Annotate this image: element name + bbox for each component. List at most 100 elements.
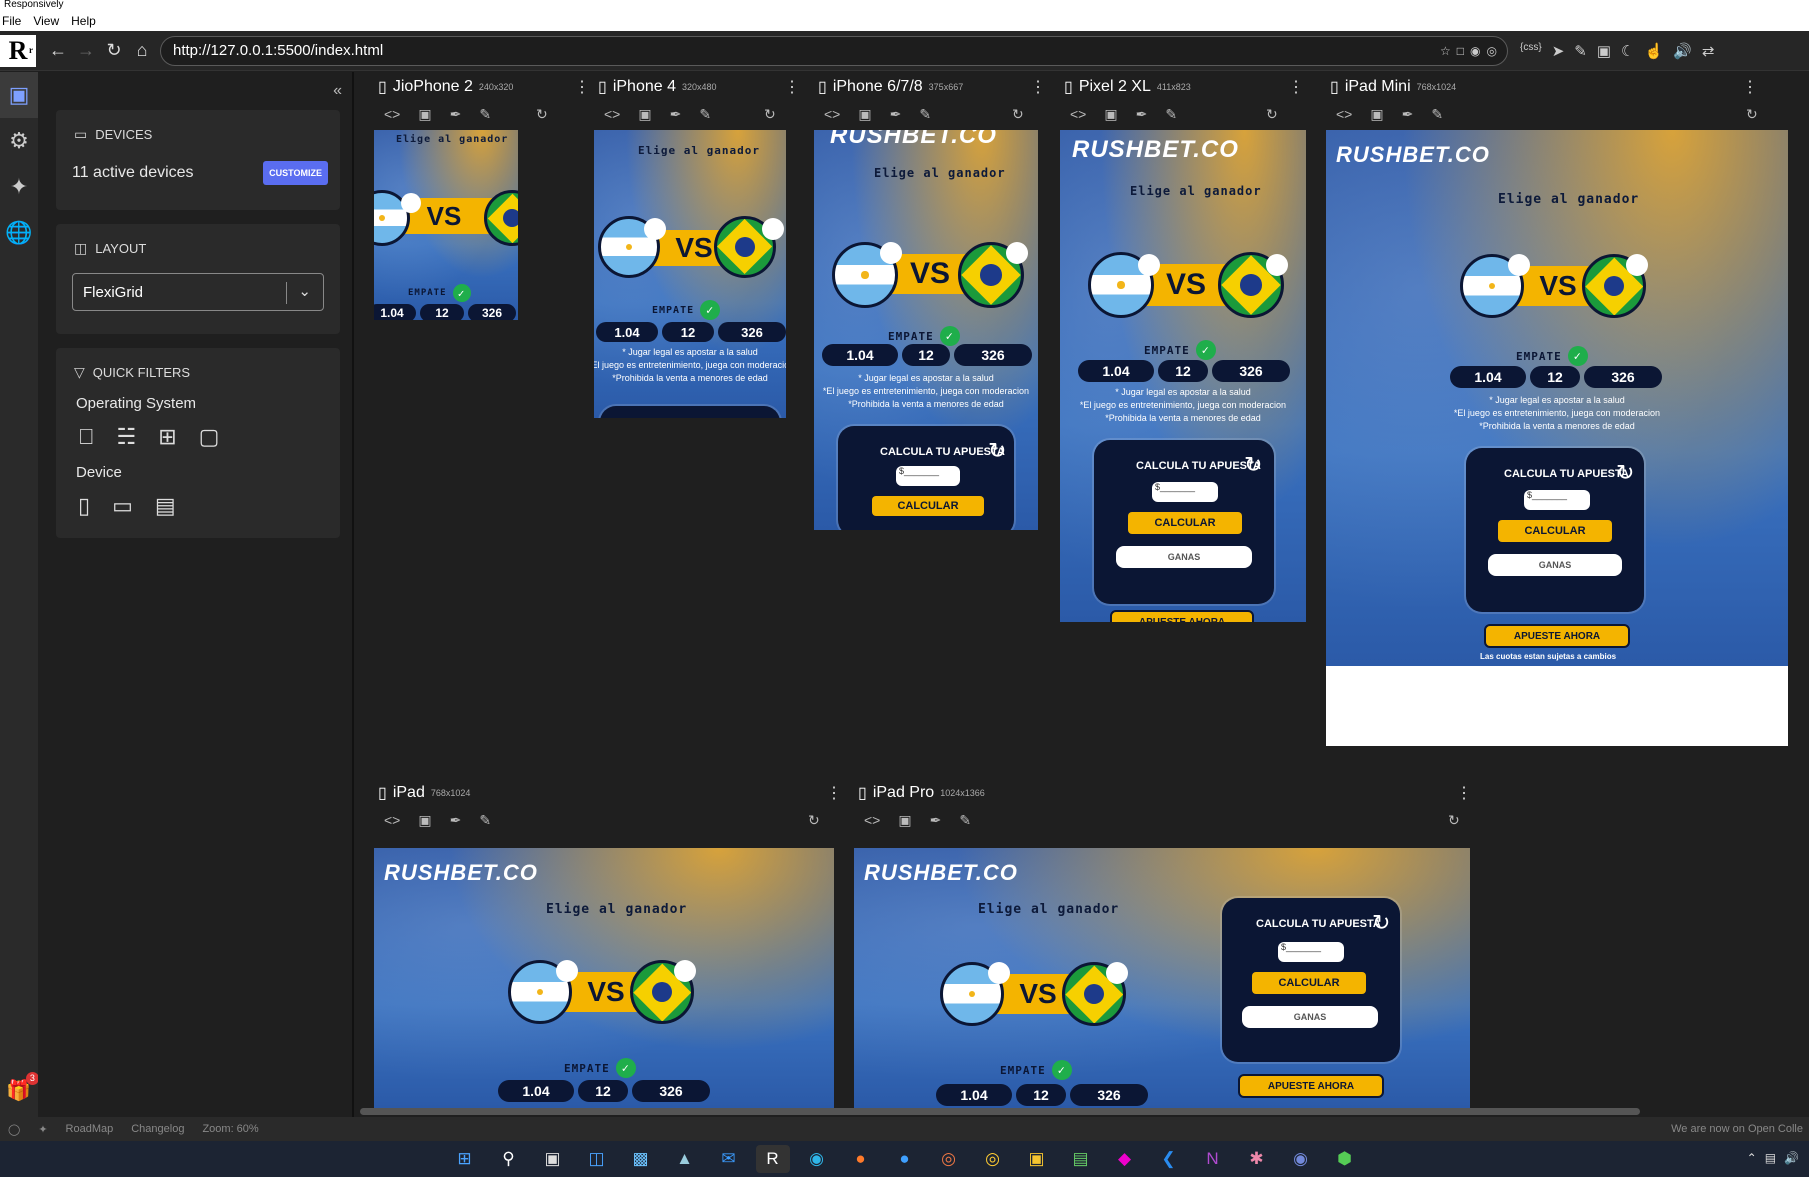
search-icon[interactable]: ⚲ (492, 1145, 526, 1173)
select-dot[interactable] (644, 218, 666, 240)
eyedropper-icon[interactable]: ✒ (1402, 106, 1414, 126)
network-icon[interactable]: ▤ (1765, 1151, 1776, 1165)
tablet-icon[interactable]: ▭ (112, 493, 133, 519)
camera-icon[interactable]: ▣ (418, 106, 431, 126)
discord-icon[interactable]: ◉ (1284, 1145, 1318, 1173)
code-icon[interactable]: <> (604, 106, 620, 126)
volume-icon[interactable]: 🔊 (1784, 1151, 1799, 1165)
select-dot[interactable] (880, 242, 902, 264)
odd-draw[interactable]: 12 (1530, 366, 1580, 388)
dark-mode-icon[interactable]: ☾ (1621, 42, 1634, 60)
edit-icon[interactable]: ✎ (1431, 106, 1443, 126)
chrome-icon[interactable]: ◎ (976, 1145, 1010, 1173)
roadmap-link[interactable]: RoadMap (66, 1123, 114, 1135)
refresh-icon[interactable]: ↻ (988, 438, 1006, 464)
odd-draw[interactable]: 12 (1016, 1084, 1066, 1106)
refresh-icon[interactable]: ↻ (1616, 460, 1634, 486)
apple-icon[interactable]:  (78, 424, 95, 450)
reload-icon[interactable]: ↻ (100, 37, 128, 65)
devices-icon[interactable]: ▣ (0, 72, 38, 118)
code-icon[interactable]: <> (1336, 106, 1352, 126)
start-icon[interactable]: ⊞ (448, 1145, 482, 1173)
select-dot[interactable] (674, 960, 696, 982)
camera-icon[interactable]: ▣ (638, 106, 651, 126)
customize-button[interactable]: CUSTOMIZE (263, 161, 328, 185)
color-blind-icon[interactable]: ◉ (1470, 44, 1480, 58)
notepad-icon[interactable]: ▤ (1064, 1145, 1098, 1173)
menu-file[interactable]: File (2, 14, 21, 28)
eyedropper-icon[interactable]: ✒ (450, 106, 462, 126)
forward-icon[interactable]: → (72, 37, 100, 65)
rotate-all-icon[interactable]: ⇄ (1702, 42, 1715, 60)
camera-icon[interactable]: ▣ (418, 812, 431, 832)
changelog-link[interactable]: Changelog (131, 1123, 184, 1135)
inspect-icon[interactable]: ➤ (1552, 42, 1565, 60)
select-dot[interactable] (1266, 254, 1288, 276)
edit-icon[interactable]: ✎ (479, 106, 491, 126)
refresh-icon[interactable]: ↻ (1372, 910, 1390, 936)
eyedropper-icon[interactable]: ✒ (930, 812, 942, 832)
odd-draw[interactable]: 12 (420, 304, 464, 320)
select-dot[interactable] (1508, 254, 1530, 276)
code-icon[interactable]: <> (864, 812, 880, 832)
sound-icon[interactable]: 🔊 (1673, 42, 1692, 60)
odd-home[interactable]: 1.04 (1078, 360, 1154, 382)
refresh-icon[interactable]: ↻ (1244, 452, 1262, 478)
odd-home[interactable]: 1.04 (936, 1084, 1012, 1106)
firefox-dev-icon[interactable]: ● (888, 1145, 922, 1173)
camera-icon[interactable]: ▣ (898, 812, 911, 832)
settings-icon[interactable]: ⚙ (0, 118, 38, 164)
screenshot-icon[interactable]: ▣ (1597, 42, 1611, 60)
more-icon[interactable]: ⋮ (1742, 77, 1758, 97)
calcular-button[interactable]: CALCULAR (872, 496, 984, 516)
odd-home[interactable]: 1.04 (1450, 366, 1526, 388)
slack-icon[interactable]: ✱ (1240, 1145, 1274, 1173)
select-dot[interactable] (988, 962, 1010, 984)
odd-away[interactable]: 326 (1070, 1084, 1148, 1106)
menu-help[interactable]: Help (71, 14, 96, 28)
odd-draw[interactable]: 12 (662, 322, 714, 342)
rotate-icon[interactable]: ↻ (1448, 812, 1460, 829)
select-dot[interactable] (762, 218, 784, 240)
edit-icon[interactable]: ✎ (959, 812, 971, 832)
touch-icon[interactable]: ☝ (1644, 42, 1663, 60)
edit-icon[interactable]: ✎ (919, 106, 931, 126)
task-view-icon[interactable]: ▣ (536, 1145, 570, 1173)
collapse-icon[interactable]: « (333, 82, 342, 100)
code-icon[interactable]: <> (824, 106, 840, 126)
firefox-icon[interactable]: ● (844, 1145, 878, 1173)
eyedropper-icon[interactable]: ✒ (450, 812, 462, 832)
back-icon[interactable]: ← (44, 37, 72, 65)
device-screen-ipadpro[interactable]: RUSHBET.CO Elige al ganador VS EMPATE ✓ 1… (854, 848, 1470, 1108)
widgets-icon[interactable]: ◫ (580, 1145, 614, 1173)
git-icon[interactable]: ◆ (1108, 1145, 1142, 1173)
odd-home[interactable]: 1.04 (374, 304, 416, 320)
mail-icon[interactable]: ✉ (712, 1145, 746, 1173)
calcular-button[interactable]: CALCULAR (1498, 520, 1612, 542)
edit-icon[interactable]: ✎ (1574, 42, 1587, 60)
edge-icon[interactable]: ◉ (800, 1145, 834, 1173)
css-icon[interactable]: {css} (1520, 42, 1542, 60)
notice-text[interactable]: We are now on Open Colle (1671, 1123, 1803, 1135)
odd-away[interactable]: 326 (954, 344, 1032, 366)
calc-amount-input[interactable]: $_______ (1152, 482, 1218, 502)
eyedropper-icon[interactable]: ✒ (1136, 106, 1148, 126)
rotate-icon[interactable]: ↻ (1012, 106, 1024, 123)
node-icon[interactable]: ⬢ (1328, 1145, 1362, 1173)
monitor-icon[interactable]: ▤ (155, 493, 176, 519)
eyedropper-icon[interactable]: ✒ (670, 106, 682, 126)
code-icon[interactable]: <> (384, 106, 400, 126)
calc-amount-input[interactable]: $_______ (1278, 942, 1344, 962)
odd-away[interactable]: 326 (468, 304, 516, 320)
edit-icon[interactable]: ✎ (479, 812, 491, 832)
odd-draw[interactable]: 12 (1158, 360, 1208, 382)
more-icon[interactable]: ⋮ (1288, 77, 1304, 97)
photos-icon[interactable]: ▲ (668, 1145, 702, 1173)
more-icon[interactable]: ⋮ (1030, 77, 1046, 97)
apueste-ahora-button[interactable]: APUESTE AHORA (1238, 1074, 1384, 1098)
home-icon[interactable]: ⌂ (128, 37, 156, 65)
select-dot[interactable] (1138, 254, 1160, 276)
page-icon[interactable]: □ (1457, 44, 1464, 58)
device-screen-ipadmini[interactable]: RUSHBET.CO Elige al ganador VS EMPATE ✓ 1… (1326, 130, 1788, 666)
select-dot[interactable] (556, 960, 578, 982)
